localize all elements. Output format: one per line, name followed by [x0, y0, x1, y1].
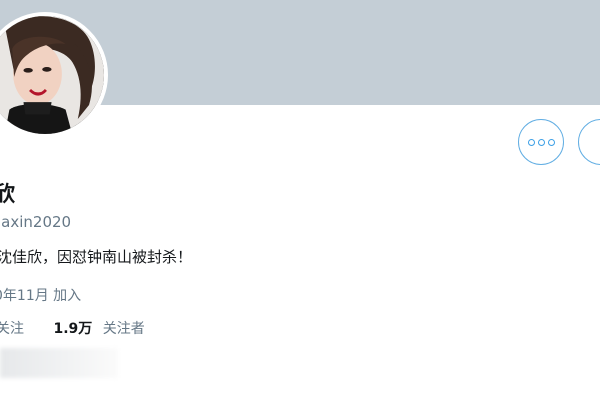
join-date-text: 0年11月 加入	[0, 288, 82, 304]
more-options-button[interactable]	[518, 119, 564, 165]
following-link[interactable]: 关注	[0, 321, 24, 337]
more-dot-icon	[527, 138, 535, 146]
join-date: 0年11月 加入	[0, 285, 81, 305]
profile-page: 欣 iaxin2020 沈佳欣，因怼钟南山被封杀！ 0年11月 加入 关注 1.…	[0, 0, 600, 394]
blurred-content	[0, 348, 118, 378]
more-dot-icon	[537, 138, 545, 146]
followers-link[interactable]: 关注者	[103, 321, 145, 337]
display-name: 欣	[0, 182, 15, 206]
follow-stats: 关注 1.9万 关注者	[0, 318, 145, 338]
more-dot-icon	[547, 138, 555, 146]
followers-count[interactable]: 1.9万	[53, 321, 92, 337]
avatar-image	[0, 16, 104, 134]
notifications-button[interactable]	[578, 119, 600, 165]
profile-bio: 沈佳欣，因怼钟南山被封杀！	[0, 248, 193, 266]
user-handle: iaxin2020	[0, 213, 72, 231]
